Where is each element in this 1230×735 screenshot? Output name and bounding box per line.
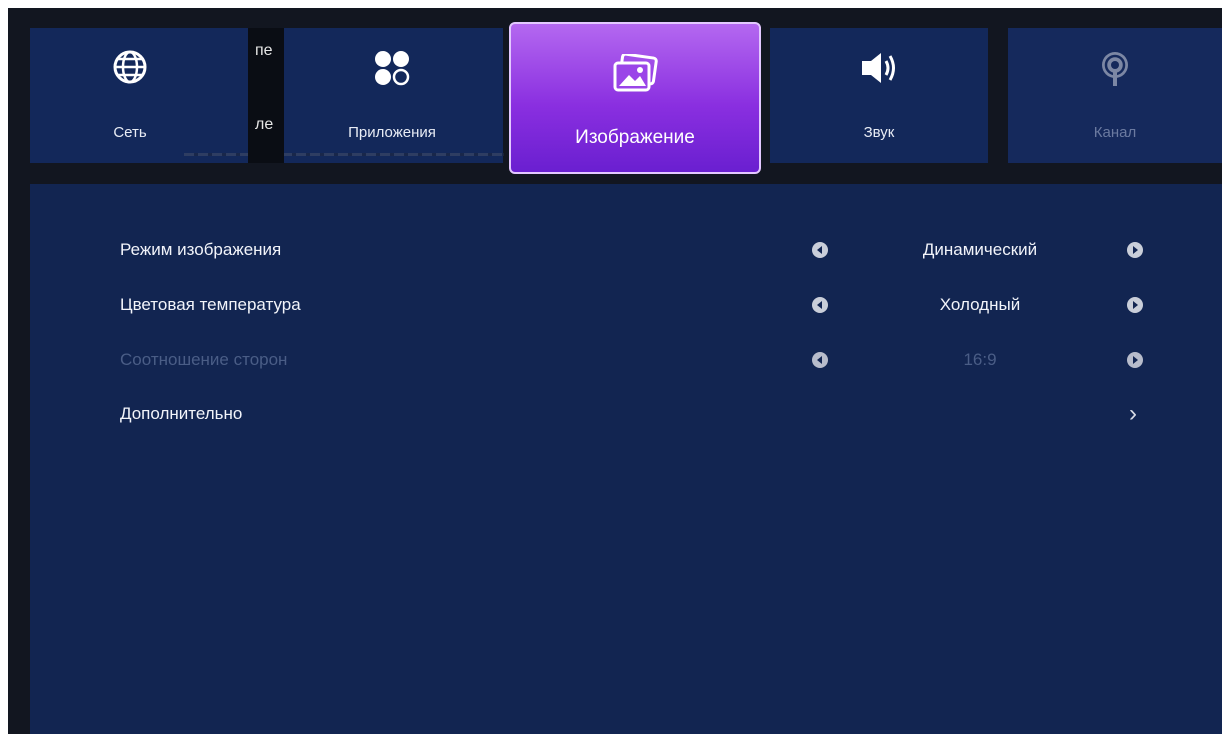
setting-value: Динамический <box>922 240 1038 259</box>
setting-label: Цветовая температура <box>120 295 301 314</box>
setting-row-advanced[interactable]: Дополнительно › <box>30 394 1222 434</box>
setting-label: Режим изображения <box>120 240 282 259</box>
tab-network[interactable]: Сеть <box>30 28 258 163</box>
overlay-fragment-bottom: ле <box>255 116 274 133</box>
globe-icon <box>30 50 230 84</box>
speaker-icon <box>770 50 988 86</box>
arrow-left-icon <box>812 352 828 368</box>
overlay-fragment-top: пе <box>255 42 273 59</box>
background-artifact <box>184 153 504 156</box>
tab-channel-label: Канал <box>1093 124 1137 141</box>
arrow-left-icon[interactable] <box>812 242 828 258</box>
arrow-right-icon[interactable] <box>1127 242 1143 258</box>
arrow-right-icon[interactable] <box>1127 297 1143 313</box>
apps-icon <box>281 50 503 86</box>
tab-sound[interactable]: Звук <box>770 28 988 163</box>
arrow-right-icon <box>1127 352 1143 368</box>
setting-value: 16:9 <box>963 350 997 369</box>
tab-channel[interactable]: Канал <box>1008 28 1222 163</box>
setting-label: Соотношение сторон <box>120 350 288 369</box>
setting-row-color-temperature[interactable]: Цветовая температура Холодный <box>30 285 1222 325</box>
tab-apps[interactable]: Приложения <box>281 28 503 163</box>
tv-settings-screen: Сеть Приложения пе ле Изображение Звук К… <box>8 8 1222 734</box>
tab-apps-label: Приложения <box>348 124 436 141</box>
tab-picture[interactable]: Изображение <box>509 22 761 174</box>
tab-sound-label: Звук <box>863 124 895 141</box>
arrow-left-icon[interactable] <box>812 297 828 313</box>
picture-icon <box>511 54 759 94</box>
tab-network-label: Сеть <box>113 124 147 141</box>
setting-row-aspect-ratio: Соотношение сторон 16:9 <box>30 340 1222 380</box>
setting-label: Дополнительно <box>120 404 243 423</box>
setting-value: Холодный <box>939 295 1021 314</box>
tab-picture-label: Изображение <box>575 127 695 148</box>
settings-panel: Режим изображения Динамический Цветовая … <box>30 184 1222 734</box>
setting-row-picture-mode[interactable]: Режим изображения Динамический <box>30 230 1222 270</box>
antenna-icon <box>1008 50 1222 88</box>
chevron-right-icon: › <box>1129 400 1137 427</box>
